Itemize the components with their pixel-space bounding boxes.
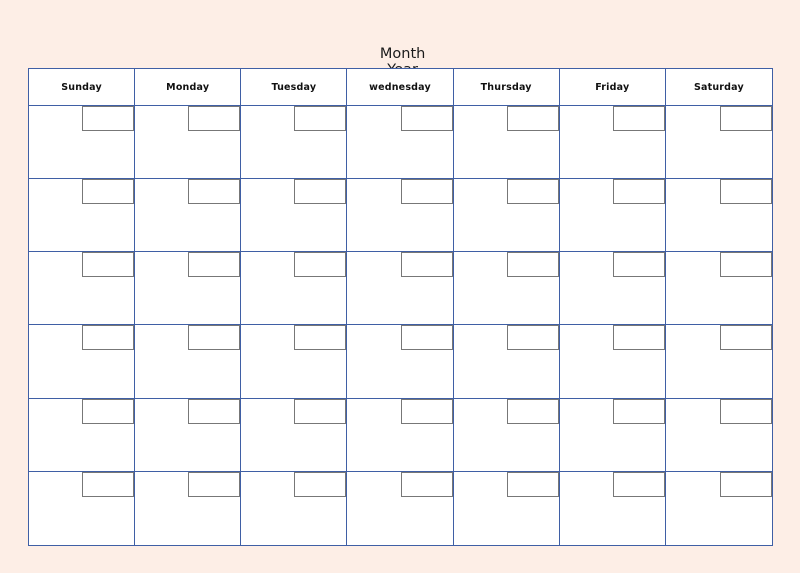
day-cell[interactable] [135, 471, 242, 545]
day-cell[interactable] [135, 252, 242, 326]
date-number-box[interactable] [294, 325, 347, 351]
day-cell[interactable] [665, 325, 772, 399]
calendar-grid: Sunday Monday Tuesday wednesday Thursday Frid… [28, 68, 773, 546]
date-number-box[interactable] [720, 106, 772, 131]
date-number-box[interactable] [188, 106, 241, 131]
date-number-box[interactable] [294, 398, 347, 424]
date-number-box[interactable] [294, 179, 347, 205]
date-number-box[interactable] [720, 252, 772, 278]
weekday-header-friday: Friday [559, 69, 666, 106]
day-cell[interactable] [29, 106, 136, 180]
date-number-box[interactable] [506, 325, 559, 351]
day-cell[interactable] [560, 471, 666, 545]
date-number-box[interactable] [294, 106, 347, 131]
date-number-box[interactable] [720, 179, 772, 205]
date-number-box[interactable] [82, 252, 135, 278]
day-cell[interactable] [453, 325, 560, 399]
day-cell[interactable] [347, 471, 454, 545]
day-cell[interactable] [135, 106, 242, 180]
day-cell[interactable] [347, 252, 454, 326]
date-number-box[interactable] [82, 471, 135, 497]
date-number-box[interactable] [720, 398, 772, 424]
date-number-box[interactable] [506, 106, 559, 131]
day-cell[interactable] [135, 398, 242, 472]
weekday-header-saturday: Saturday [665, 69, 772, 106]
day-cell[interactable] [559, 325, 666, 399]
date-number-box[interactable] [188, 398, 241, 424]
date-number-box[interactable] [612, 106, 665, 131]
day-cell[interactable] [241, 398, 348, 472]
weekday-header-wednesday: wednesday [347, 69, 454, 106]
day-cell[interactable] [453, 106, 560, 180]
day-cell[interactable] [454, 471, 560, 545]
weekday-header-monday: Monday [135, 69, 242, 106]
date-number-box[interactable] [188, 252, 241, 278]
day-cell[interactable] [453, 252, 560, 326]
day-cell[interactable] [665, 398, 772, 472]
weekday-header-thursday: Thursday [453, 69, 560, 106]
day-cell[interactable] [347, 398, 454, 472]
date-number-box[interactable] [612, 252, 665, 278]
day-cell[interactable] [559, 252, 666, 326]
day-cell[interactable] [666, 471, 772, 545]
day-cell[interactable] [559, 179, 666, 253]
day-cell[interactable] [241, 471, 348, 545]
day-cell[interactable] [29, 179, 136, 253]
day-cell[interactable] [241, 106, 348, 180]
weekday-header-tuesday: Tuesday [241, 69, 348, 106]
day-cell[interactable] [29, 325, 136, 399]
date-number-box[interactable] [612, 179, 665, 205]
date-number-box[interactable] [82, 398, 135, 424]
date-number-box[interactable] [400, 106, 453, 131]
date-number-box[interactable] [400, 252, 453, 278]
day-cell[interactable] [559, 106, 666, 180]
date-number-box[interactable] [294, 471, 347, 497]
date-number-box[interactable] [400, 471, 453, 497]
date-number-box[interactable] [188, 471, 241, 497]
day-cell[interactable] [29, 471, 136, 545]
day-cell[interactable] [665, 179, 772, 253]
date-number-box[interactable] [720, 325, 772, 351]
date-number-box[interactable] [188, 179, 241, 205]
date-number-box[interactable] [294, 252, 347, 278]
title-month: Month [379, 46, 426, 62]
date-number-box[interactable] [506, 471, 559, 497]
date-number-box[interactable] [506, 179, 559, 205]
date-number-box[interactable] [400, 179, 453, 205]
date-number-box[interactable] [506, 252, 559, 278]
day-cell[interactable] [347, 179, 454, 253]
day-cell[interactable] [559, 398, 666, 472]
date-number-box[interactable] [188, 325, 241, 351]
day-cell[interactable] [347, 106, 454, 180]
day-cell[interactable] [665, 106, 772, 180]
day-cell[interactable] [453, 179, 560, 253]
day-cell[interactable] [665, 252, 772, 326]
day-cell[interactable] [135, 325, 242, 399]
day-cell[interactable] [135, 179, 242, 253]
date-number-box[interactable] [506, 398, 559, 424]
date-number-box[interactable] [400, 398, 453, 424]
date-number-box[interactable] [82, 106, 135, 131]
date-number-box[interactable] [720, 471, 772, 497]
date-number-box[interactable] [82, 325, 135, 351]
day-cell[interactable] [241, 252, 348, 326]
date-number-box[interactable] [82, 179, 135, 205]
day-cell[interactable] [347, 325, 454, 399]
date-number-box[interactable] [612, 398, 665, 424]
day-cell[interactable] [453, 398, 560, 472]
date-number-box[interactable] [400, 325, 453, 351]
date-number-box[interactable] [612, 471, 665, 497]
date-number-box[interactable] [612, 325, 665, 351]
weekday-header-sunday: Sunday [29, 69, 136, 106]
day-cell[interactable] [29, 252, 136, 326]
day-cell[interactable] [241, 325, 348, 399]
day-cell[interactable] [241, 179, 348, 253]
day-cell[interactable] [29, 398, 136, 472]
